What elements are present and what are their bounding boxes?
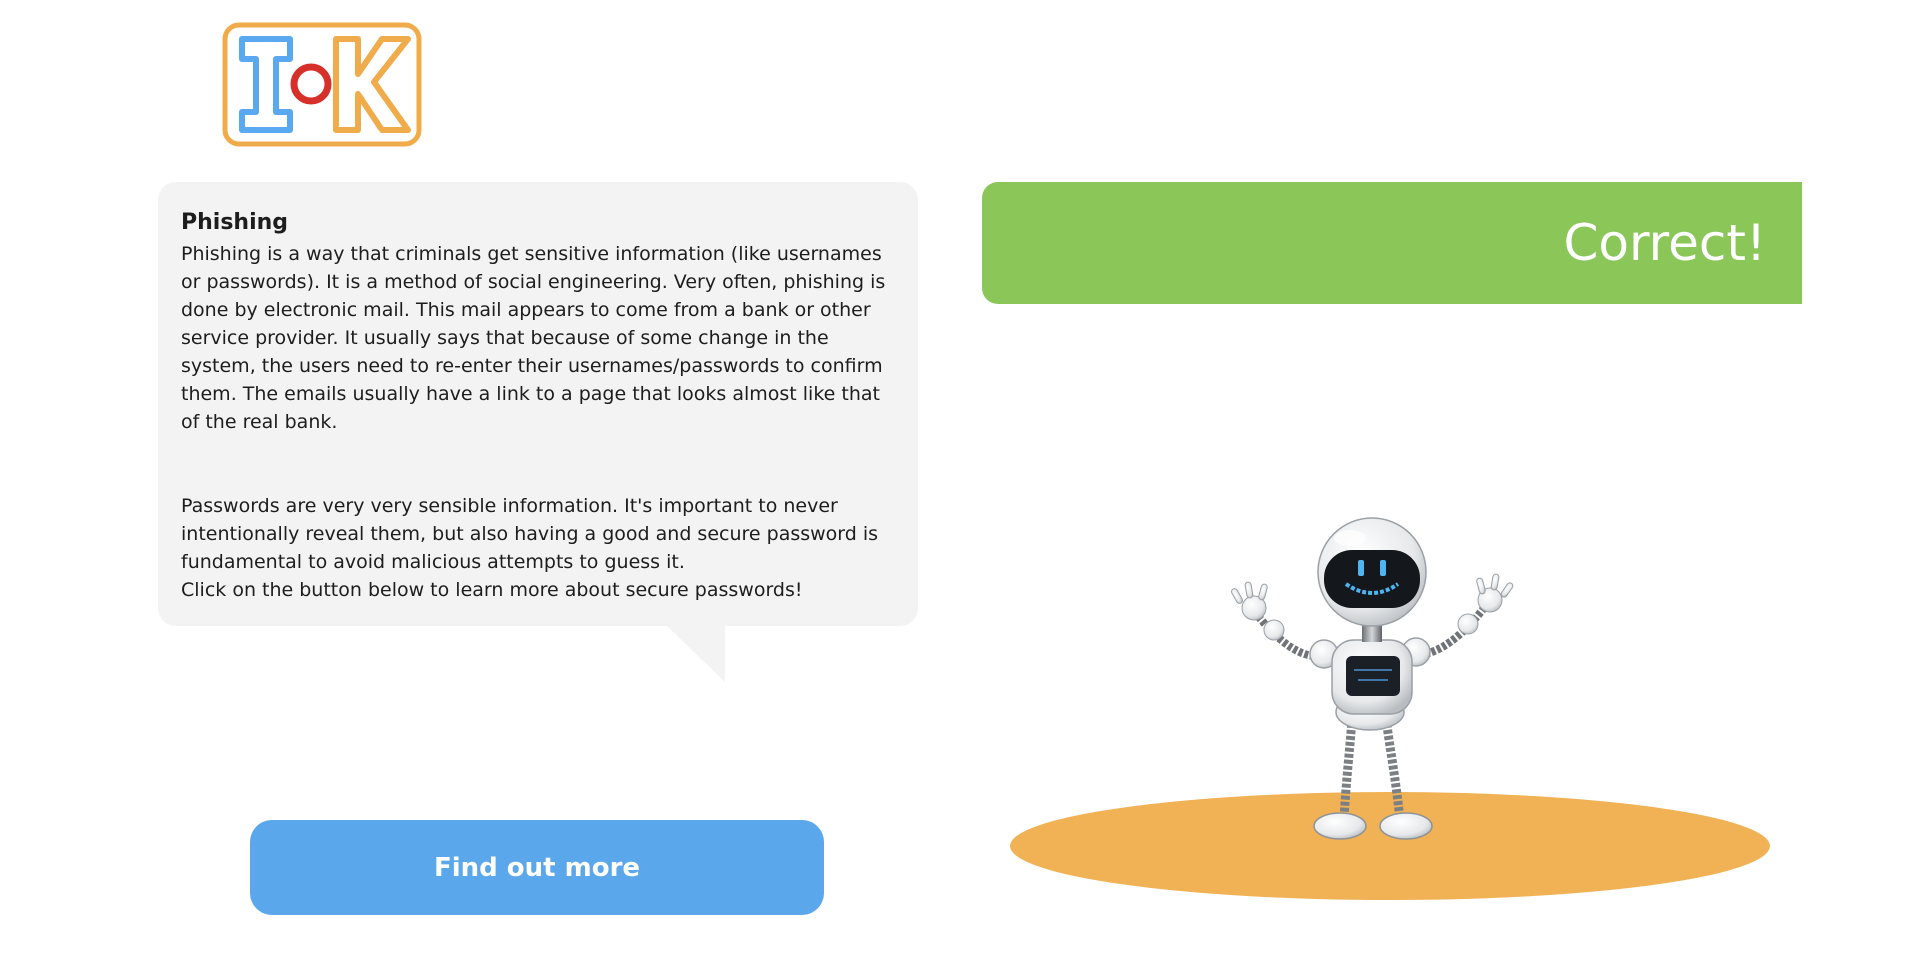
- info-bubble: Phishing Phishing is a way that criminal…: [158, 182, 918, 626]
- result-banner: Correct!: [982, 182, 1802, 304]
- info-title: Phishing: [181, 210, 289, 235]
- find-out-more-button[interactable]: Find out more: [250, 820, 824, 915]
- page: Phishing Phishing is a way that criminal…: [0, 0, 1920, 960]
- iok-logo: [222, 22, 422, 147]
- info-paragraph-phishing: Phishing is a way that criminals get sen…: [181, 243, 886, 433]
- info-paragraph-cta: Click on the button below to learn more …: [181, 579, 803, 601]
- bubble-tail: [665, 624, 725, 682]
- result-text: Correct!: [1563, 214, 1766, 272]
- info-paragraph-passwords: Passwords are very very sensible informa…: [181, 495, 879, 573]
- robot-icon: [1231, 517, 1514, 840]
